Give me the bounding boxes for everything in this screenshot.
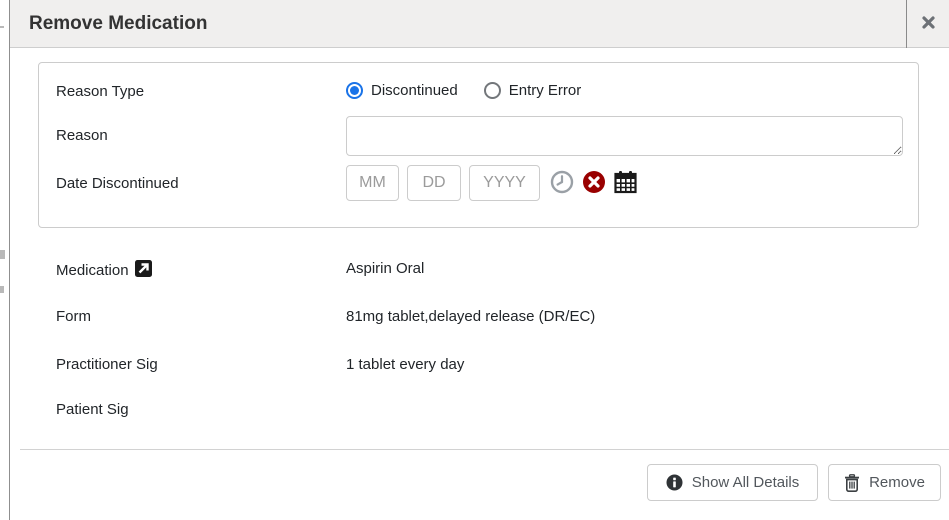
clear-date-button[interactable] [582,170,606,197]
background-fragment [0,286,4,293]
form-value: 81mg tablet,delayed release (DR/EC) [346,308,595,325]
radio-entry-error-icon[interactable] [484,82,501,99]
medication-label-text: Medication [56,262,129,279]
external-link-icon[interactable] [135,260,152,281]
date-discontinued-label: Date Discontinued [56,175,179,192]
open-calendar-button[interactable] [614,170,637,197]
close-icon [921,15,936,33]
radio-option-entry-error[interactable]: Entry Error [484,82,582,99]
dialog-title: Remove Medication [29,0,207,47]
footer-divider [20,449,949,450]
radio-entry-error-label: Entry Error [509,82,582,99]
radio-option-discontinued[interactable]: Discontinued [346,82,458,99]
month-input[interactable] [346,165,399,201]
radio-discontinued-label: Discontinued [371,82,458,99]
day-input[interactable] [407,165,461,201]
remove-medication-dialog: Remove Medication Reason Type Discontinu… [0,0,949,520]
patient-sig-label-text: Patient Sig [56,401,129,418]
form-label-text: Form [56,308,91,325]
reason-type-label: Reason Type [56,83,144,100]
show-all-details-label: Show All Details [692,474,800,491]
modal-header: Remove Medication [10,0,949,48]
reason-type-radio-group: Discontinued Entry Error [346,82,581,99]
calendar-icon [614,170,637,197]
form-label: Form [56,308,91,325]
set-time-button[interactable] [550,170,574,197]
trash-icon [844,474,860,492]
close-button[interactable] [907,0,949,48]
year-input[interactable] [469,165,540,201]
clock-icon [550,170,574,197]
reason-input[interactable] [346,116,903,156]
radio-discontinued-icon[interactable] [346,82,363,99]
show-all-details-button[interactable]: Show All Details [647,464,818,501]
clear-date-icon [582,170,606,197]
info-icon [666,474,683,491]
background-fragment [0,26,4,28]
background-fragment [0,250,5,259]
medication-label: Medication [56,260,152,281]
practitioner-sig-label-text: Practitioner Sig [56,356,158,373]
modal-window: Remove Medication Reason Type Discontinu… [9,0,949,520]
remove-button[interactable]: Remove [828,464,941,501]
practitioner-sig-value: 1 tablet every day [346,356,464,373]
medication-value: Aspirin Oral [346,260,424,277]
date-discontinued-controls [346,165,637,201]
patient-sig-label: Patient Sig [56,401,129,418]
reason-label: Reason [56,127,108,144]
remove-label: Remove [869,474,925,491]
practitioner-sig-label: Practitioner Sig [56,356,158,373]
removal-reason-fieldset: Reason Type Discontinued Entry Error Rea… [38,62,919,228]
